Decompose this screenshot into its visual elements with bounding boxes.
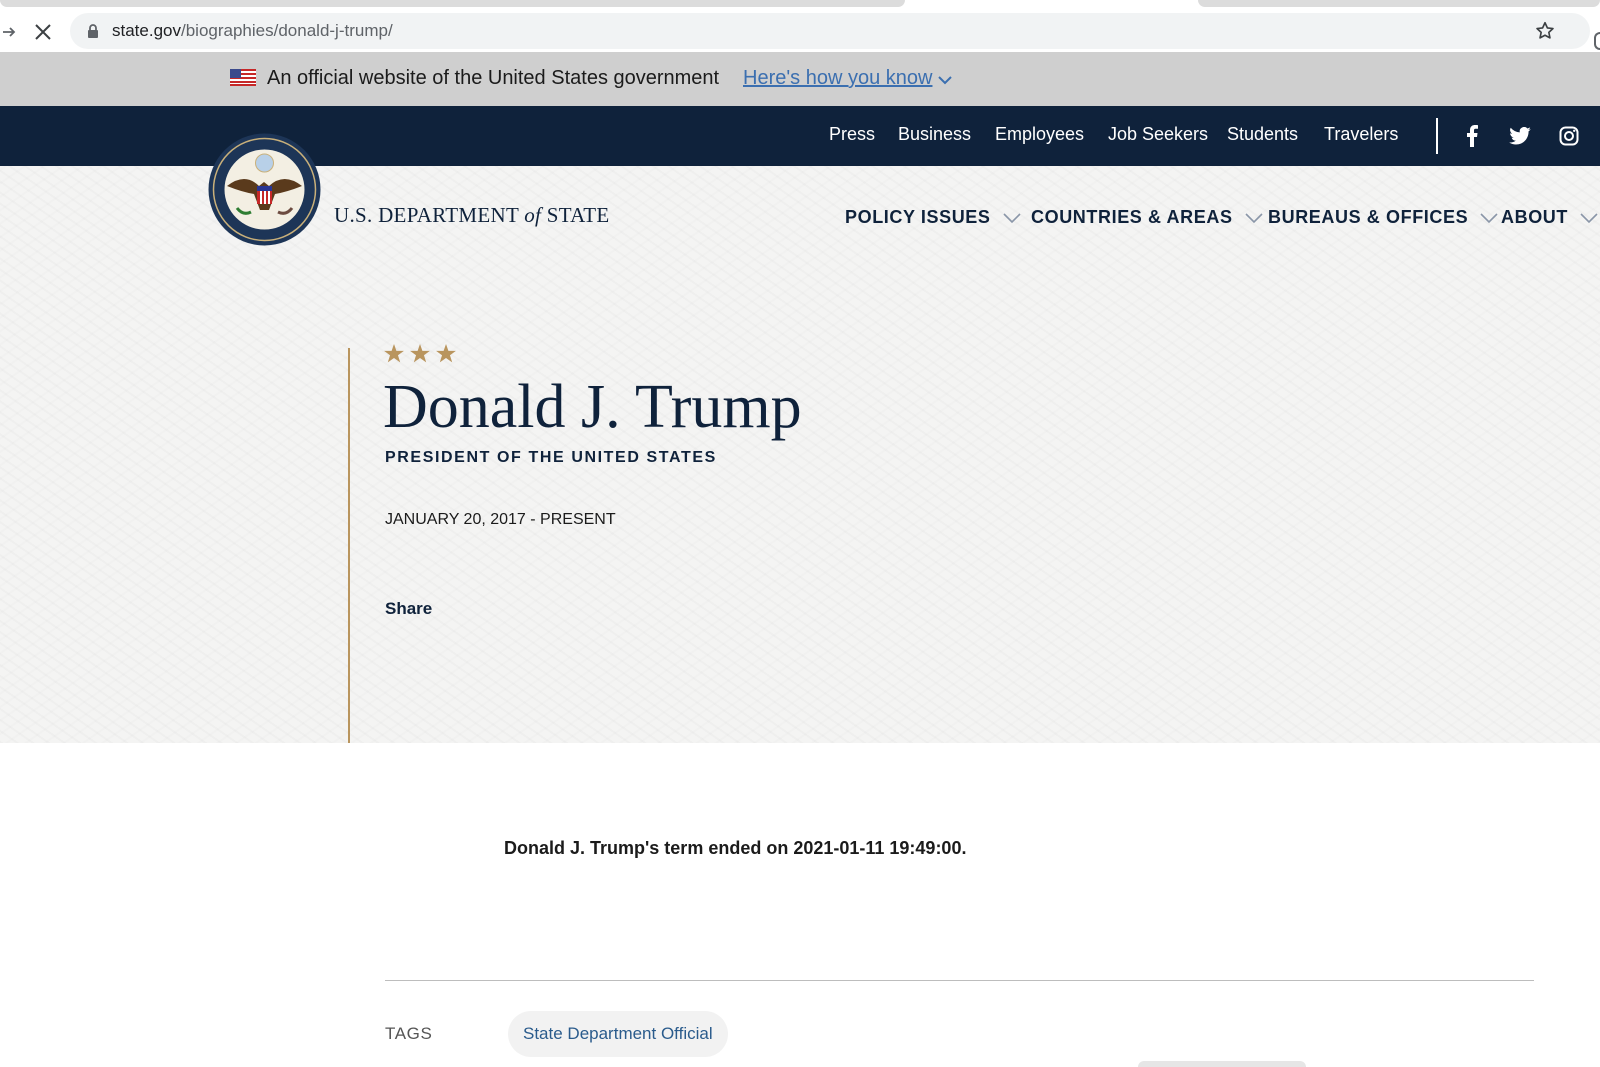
browser-toolbar: state.gov/biographies/donald-j-trump/ bbox=[0, 12, 1600, 52]
close-icon bbox=[35, 24, 51, 40]
gold-star-icon bbox=[436, 344, 456, 363]
browser-tab[interactable] bbox=[0, 0, 905, 7]
site-name[interactable]: U.S. DEPARTMENT of STATE bbox=[334, 203, 610, 228]
instagram-link[interactable] bbox=[1558, 125, 1580, 147]
decorative-stars bbox=[384, 344, 456, 363]
bookmark-star-icon[interactable] bbox=[1534, 20, 1556, 42]
address-bar[interactable]: state.gov/biographies/donald-j-trump/ bbox=[70, 13, 1590, 49]
term-ended-note: Donald J. Trump's term ended on 2021-01-… bbox=[504, 838, 967, 858]
hero-accent-rule bbox=[348, 348, 350, 743]
browser-tab[interactable] bbox=[1198, 0, 1600, 7]
tags-label: TAGS bbox=[385, 1024, 433, 1043]
forward-arrow-icon bbox=[3, 27, 16, 37]
chevron-down-icon bbox=[1002, 212, 1021, 223]
chevron-down-icon bbox=[1580, 212, 1598, 223]
browser-tab-strip bbox=[0, 0, 1600, 12]
how-you-know-link[interactable]: Here's how you know bbox=[743, 67, 932, 90]
util-link-travelers[interactable]: Travelers bbox=[1324, 124, 1398, 145]
util-link-press[interactable]: Press bbox=[829, 124, 875, 145]
util-link-job-seekers[interactable]: Job Seekers bbox=[1108, 124, 1208, 145]
instagram-icon bbox=[1559, 126, 1579, 146]
content-divider bbox=[385, 980, 1534, 981]
partial-element bbox=[1138, 1061, 1306, 1067]
util-link-employees[interactable]: Employees bbox=[995, 124, 1084, 145]
page-title: Donald J. Trump bbox=[383, 373, 802, 441]
util-divider bbox=[1436, 118, 1438, 154]
twitter-icon bbox=[1509, 127, 1531, 145]
chevron-down-icon bbox=[1480, 212, 1498, 223]
tag-state-department-official[interactable]: State Department Official bbox=[508, 1011, 728, 1057]
stop-loading-button[interactable] bbox=[28, 18, 58, 46]
term-dates: JANUARY 20, 2017 - PRESENT bbox=[385, 511, 616, 528]
official-role: PRESIDENT OF THE UNITED STATES bbox=[385, 449, 717, 466]
util-link-business[interactable]: Business bbox=[898, 124, 971, 145]
chevron-down-icon bbox=[1244, 212, 1263, 223]
forward-button[interactable] bbox=[0, 18, 18, 46]
nav-policy-issues[interactable]: POLICY ISSUES bbox=[845, 207, 1021, 228]
nav-about[interactable]: ABOUT bbox=[1501, 207, 1598, 228]
profile-icon[interactable] bbox=[1594, 32, 1600, 50]
department-seal-logo[interactable] bbox=[207, 132, 322, 247]
lock-icon bbox=[88, 24, 98, 38]
gold-star-icon bbox=[410, 344, 430, 363]
us-flag-icon bbox=[230, 69, 256, 86]
facebook-icon bbox=[1467, 125, 1478, 147]
nav-countries-areas[interactable]: COUNTRIES & AREAS bbox=[1031, 207, 1263, 228]
hero-section bbox=[0, 166, 1600, 743]
share-button[interactable]: Share bbox=[385, 599, 432, 619]
url-text[interactable]: state.gov/biographies/donald-j-trump/ bbox=[112, 21, 393, 41]
twitter-link[interactable] bbox=[1508, 125, 1532, 147]
chevron-down-icon[interactable] bbox=[937, 74, 953, 86]
gold-star-icon bbox=[384, 344, 404, 363]
gov-banner: An official website of the United States… bbox=[0, 52, 1600, 106]
util-link-students[interactable]: Students bbox=[1227, 124, 1298, 145]
gov-banner-text: An official website of the United States… bbox=[267, 67, 720, 89]
nav-bureaus-offices[interactable]: BUREAUS & OFFICES bbox=[1268, 207, 1498, 228]
facebook-link[interactable] bbox=[1464, 125, 1480, 147]
